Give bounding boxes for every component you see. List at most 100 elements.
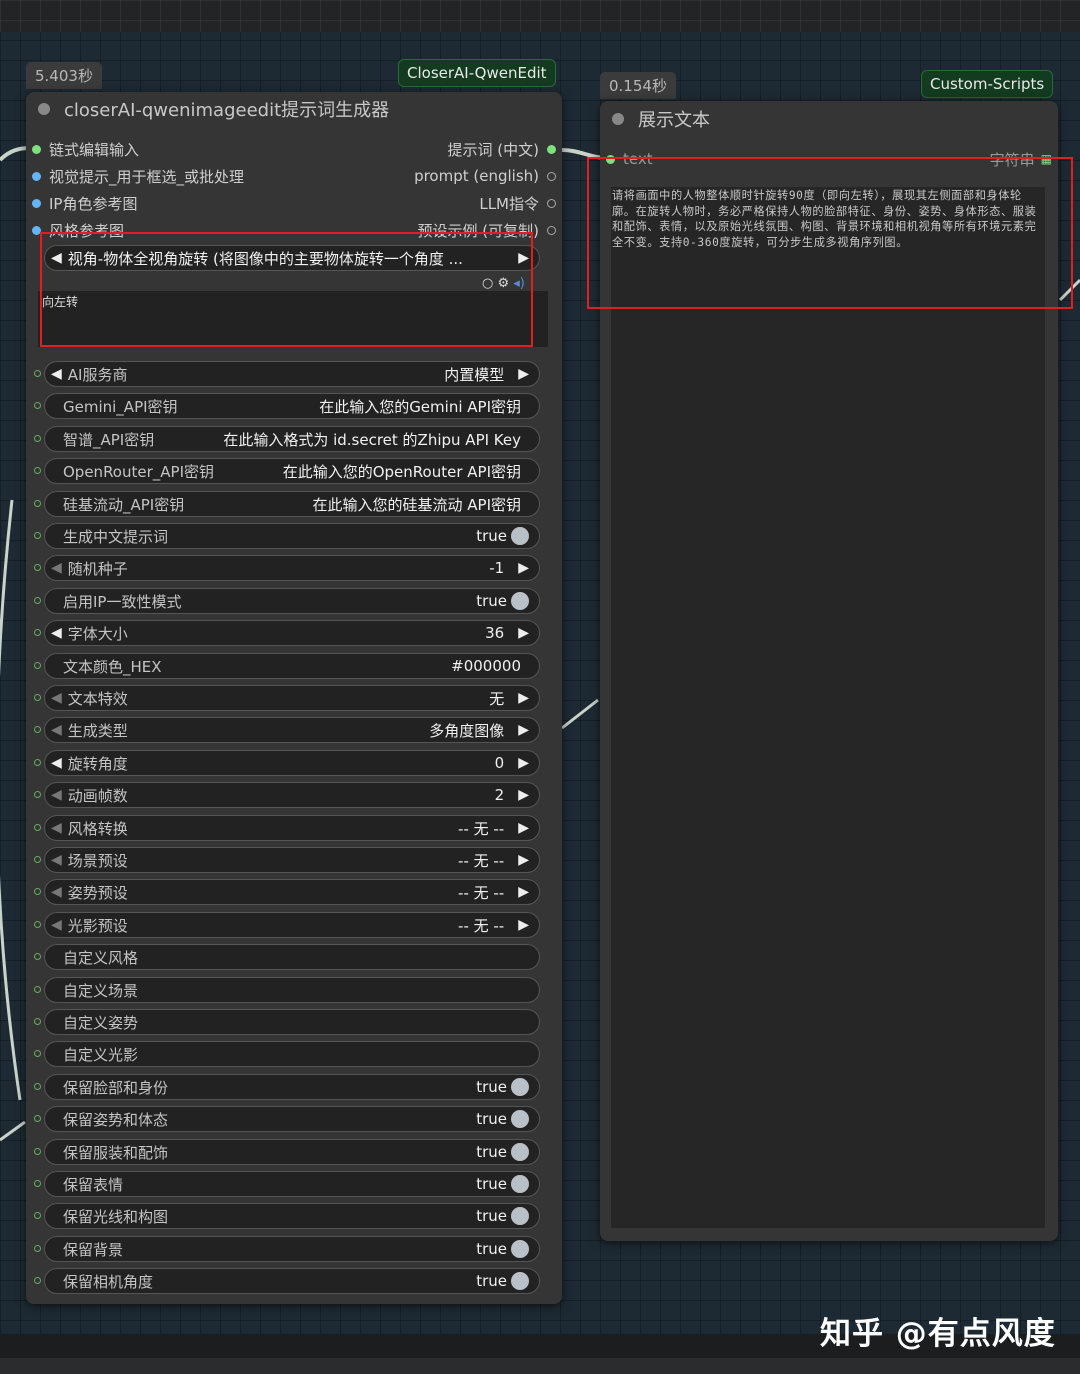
arrow-right-icon[interactable]: ▶ [518,690,539,706]
arrow-left-icon[interactable]: ◀ [45,755,62,771]
collapse-dot-icon[interactable] [612,113,624,125]
widget-row[interactable]: ◀ 姿势预设 -- 无 -- ▶ [44,879,540,905]
widget-input-port-icon[interactable] [34,726,41,733]
widget-input-port-icon[interactable] [34,1050,41,1057]
arrow-right-icon[interactable]: ▶ [518,625,539,641]
widget-row[interactable]: 自定义风格 [44,944,540,970]
arrow-right-icon[interactable]: ▶ [518,366,539,382]
widget-input-port-icon[interactable] [34,370,41,377]
widget-row[interactable]: ◀ 旋转角度 0 ▶ [44,750,540,776]
output-llm-instruction[interactable]: LLM指令 [479,191,556,215]
widget-input-port-icon[interactable] [34,402,41,409]
collapse-dot-icon[interactable] [38,103,50,115]
toggle-knob-icon[interactable] [511,1207,529,1225]
widget-input-port-icon[interactable] [34,1115,41,1122]
right-node-header[interactable]: 展示文本 [600,101,1058,137]
widget-input-port-icon[interactable] [34,435,41,442]
widget-input-port-icon[interactable] [34,564,41,571]
arrow-left-icon[interactable]: ◀ [45,625,62,641]
widget-input-port-icon[interactable] [34,791,41,798]
widget-input-port-icon[interactable] [34,921,41,928]
widget-row[interactable]: 自定义光影 [44,1041,540,1067]
arrow-left-icon[interactable]: ◀ [45,820,62,836]
input-ip-reference[interactable]: IP角色参考图 [32,191,137,215]
toggle-knob-icon[interactable] [511,527,529,545]
widget-input-port-icon[interactable] [34,953,41,960]
widget-input-port-icon[interactable] [34,1018,41,1025]
toggle-knob-icon[interactable] [511,1143,529,1161]
widget-row[interactable]: 保留背景 true [44,1236,540,1262]
arrow-left-icon[interactable]: ◀ [45,690,62,706]
widget-row[interactable]: ◀ 动画帧数 2 ▶ [44,782,540,808]
toggle-knob-icon[interactable] [511,1175,529,1193]
arrow-right-icon[interactable]: ▶ [518,722,539,738]
widget-row[interactable]: ◀ 生成类型 多角度图像 ▶ [44,717,540,743]
widget-row[interactable]: ◀ 字体大小 36 ▶ [44,620,540,646]
output-port-icon[interactable] [547,198,556,208]
input-port-icon[interactable] [32,144,41,154]
toggle-knob-icon[interactable] [511,1240,529,1258]
output-text-area[interactable] [611,187,1045,1228]
widget-row[interactable]: ◀ 风格转换 -- 无 -- ▶ [44,815,540,841]
arrow-left-icon[interactable]: ◀ [45,366,62,382]
widget-input-port-icon[interactable] [34,1180,41,1187]
widget-row[interactable]: ◀ AI服务商 内置模型 ▶ [44,361,540,387]
widget-input-port-icon[interactable] [34,856,41,863]
widget-input-port-icon[interactable] [34,986,41,993]
arrow-left-icon[interactable]: ◀ [45,852,62,868]
widget-row[interactable]: ◀ 场景预设 -- 无 -- ▶ [44,847,540,873]
widget-input-port-icon[interactable] [34,1083,41,1090]
toggle-knob-icon[interactable] [511,1272,529,1290]
arrow-right-icon[interactable]: ▶ [518,560,539,576]
input-port-icon[interactable] [32,171,41,181]
widget-row[interactable]: 文本颜色_HEX #000000 [44,653,540,679]
arrow-left-icon[interactable]: ◀ [45,884,62,900]
widget-input-port-icon[interactable] [34,500,41,507]
widget-input-port-icon[interactable] [34,597,41,604]
widget-input-port-icon[interactable] [34,888,41,895]
toggle-knob-icon[interactable] [511,1110,529,1128]
widget-input-port-icon[interactable] [34,629,41,636]
output-port-icon[interactable] [547,144,556,154]
input-visual-prompt[interactable]: 视觉提示_用于框选_或批处理 [32,164,244,188]
widget-row[interactable]: 生成中文提示词 true [44,523,540,549]
widget-input-port-icon[interactable] [34,662,41,669]
widget-input-port-icon[interactable] [34,1148,41,1155]
arrow-right-icon[interactable]: ▶ [518,917,539,933]
output-prompt-en[interactable]: prompt (english) [414,164,556,188]
widget-row[interactable]: 智谱_API密钥 在此输入格式为 id.secret 的Zhipu API Key [44,426,540,452]
arrow-right-icon[interactable]: ▶ [518,755,539,771]
widget-row[interactable]: 保留脸部和身份 true [44,1074,540,1100]
output-prompt-cn[interactable]: 提示词 (中文) [448,137,556,161]
output-port-icon[interactable] [547,225,556,235]
arrow-left-icon[interactable]: ◀ [45,560,62,576]
widget-input-port-icon[interactable] [34,532,41,539]
widget-row[interactable]: OpenRouter_API密钥 在此输入您的OpenRouter API密钥 [44,458,540,484]
widget-input-port-icon[interactable] [34,1245,41,1252]
widget-input-port-icon[interactable] [34,759,41,766]
widget-row[interactable]: 保留相机角度 true [44,1268,540,1294]
widget-row[interactable]: 自定义姿势 [44,1009,540,1035]
widget-input-port-icon[interactable] [34,824,41,831]
widget-row[interactable]: Gemini_API密钥 在此输入您的Gemini API密钥 [44,393,540,419]
widget-row[interactable]: ◀ 光影预设 -- 无 -- ▶ [44,912,540,938]
widget-row[interactable]: 保留姿势和体态 true [44,1106,540,1132]
arrow-left-icon[interactable]: ◀ [45,787,62,803]
widget-row[interactable]: ◀ 文本特效 无 ▶ [44,685,540,711]
arrow-right-icon[interactable]: ▶ [518,787,539,803]
widget-row[interactable]: ◀ 随机种子 -1 ▶ [44,555,540,581]
widget-input-port-icon[interactable] [34,694,41,701]
widget-input-port-icon[interactable] [34,467,41,474]
arrow-left-icon[interactable]: ◀ [45,722,62,738]
widget-input-port-icon[interactable] [34,1212,41,1219]
widget-row[interactable]: 硅基流动_API密钥 在此输入您的硅基流动 API密钥 [44,491,540,517]
arrow-left-icon[interactable]: ◀ [45,917,62,933]
widget-input-port-icon[interactable] [34,1277,41,1284]
widget-row[interactable]: 自定义场景 [44,977,540,1003]
toggle-knob-icon[interactable] [511,592,529,610]
widget-row[interactable]: 启用IP一致性模式 true [44,588,540,614]
toggle-knob-icon[interactable] [511,1078,529,1096]
widget-row[interactable]: 保留服装和配饰 true [44,1139,540,1165]
output-port-icon[interactable] [547,171,556,181]
arrow-right-icon[interactable]: ▶ [518,820,539,836]
